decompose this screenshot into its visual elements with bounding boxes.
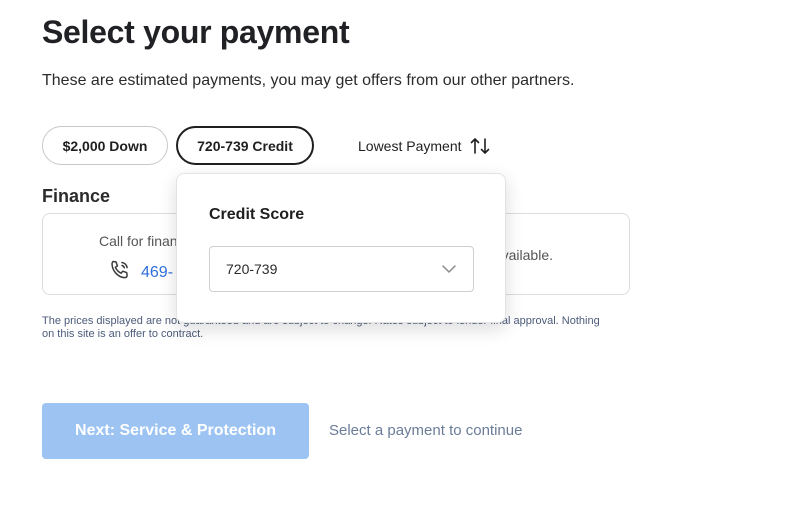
call-for-financing-text: Call for finan — [99, 233, 178, 249]
phone-link[interactable]: 469- — [109, 259, 173, 286]
phone-number: 469- — [141, 263, 174, 281]
credit-score-title: Credit Score — [209, 206, 305, 223]
credit-score-select[interactable]: 720-739 — [209, 246, 474, 292]
select-payment-hint: Select a payment to continue — [329, 422, 523, 439]
credit-score-value: 720-739 — [226, 261, 278, 277]
credit-score-popover: Credit Score 720-739 — [176, 173, 506, 323]
page-title: Select your payment — [42, 14, 350, 50]
phone-icon — [109, 259, 131, 286]
chevron-down-icon — [441, 261, 457, 277]
sort-control[interactable]: Lowest Payment — [358, 135, 490, 157]
next-service-protection-button[interactable]: Next: Service & Protection — [42, 403, 309, 459]
payment-page: Select your payment These are estimated … — [0, 0, 796, 531]
down-payment-chip[interactable]: $2,000 Down — [42, 126, 168, 165]
sort-arrows-icon — [470, 137, 490, 155]
availability-text: vailable. — [501, 247, 553, 263]
finance-section-label: Finance — [42, 186, 111, 206]
page-subtitle: These are estimated payments, you may ge… — [42, 72, 575, 89]
credit-score-chip[interactable]: 720-739 Credit — [176, 126, 314, 165]
sort-label: Lowest Payment — [358, 138, 462, 154]
